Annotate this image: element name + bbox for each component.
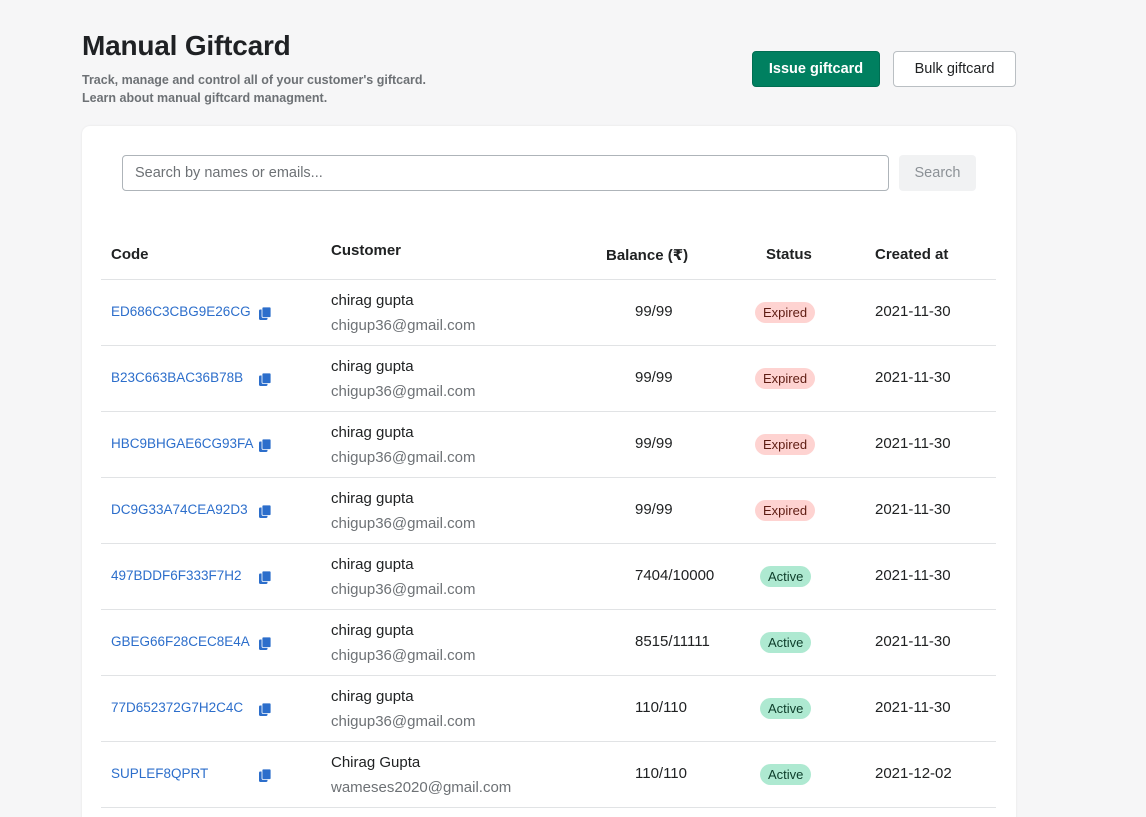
copy-icon[interactable] [259, 504, 272, 518]
giftcard-code-link[interactable]: GBEG66F28CEC8E4A [111, 634, 250, 649]
copy-icon[interactable] [259, 570, 272, 584]
customer-name: chirag gupta [331, 556, 414, 573]
table-row[interactable]: SUPLEF8QPRT Chirag Gupta wameses2020@gmail… [101, 742, 996, 808]
balance-value: 99/99 [635, 501, 673, 518]
table-row[interactable]: B23C663BAC36B78B chirag gupta chigup36@gma… [101, 346, 996, 412]
giftcard-code-link[interactable]: B23C663BAC36B78B [111, 370, 243, 385]
customer-name: chirag gupta [331, 424, 414, 441]
customer-name: chirag gupta [331, 292, 414, 309]
table-row[interactable]: GBEG66F28CEC8E4A chirag gupta chigup36@gma… [101, 610, 996, 676]
customer-email: chigup36@gmail.com [331, 449, 476, 466]
copy-icon[interactable] [259, 636, 272, 650]
customer-name: Chirag Gupta [331, 754, 421, 771]
column-header-customer: Customer [331, 242, 402, 259]
giftcard-code-link[interactable]: HBC9BHGAE6CG93FA [111, 436, 254, 451]
customer-name: chirag gupta [331, 358, 414, 375]
created-date: 2021-11-30 [875, 501, 951, 518]
status-badge-active: Active [760, 632, 812, 653]
created-date: 2021-11-30 [875, 435, 951, 452]
page-subtitle: Track, manage and control all of your cu… [82, 71, 426, 107]
created-date: 2021-11-30 [875, 567, 951, 584]
status-badge-active: Active [760, 698, 812, 719]
customer-email: chigup36@gmail.com [331, 317, 476, 334]
copy-icon[interactable] [259, 438, 272, 452]
subtitle-line-1: Track, manage and control all of your cu… [82, 73, 427, 87]
customer-email: chigup36@gmail.com [331, 383, 476, 400]
customer-email: chigup36@gmail.com [331, 647, 476, 664]
column-header-balance: Balance (₹) [606, 247, 689, 264]
customer-email: chigup36@gmail.com [331, 581, 476, 598]
status-badge-active: Active [760, 764, 812, 785]
balance-value: 99/99 [635, 303, 673, 320]
balance-value: 99/99 [635, 435, 673, 452]
subtitle-line-2: Learn about manual giftcard managment. [82, 91, 328, 105]
status-badge-expired: Expired [755, 434, 816, 455]
search-button[interactable]: Search [899, 155, 976, 191]
customer-email: wameses2020@gmail.com [331, 779, 512, 796]
search-input[interactable] [122, 155, 889, 191]
giftcard-code-link[interactable]: ED686C3CBG9E26CG [111, 304, 251, 319]
giftcard-code-link[interactable]: 77D652372G7H2C4C [111, 700, 243, 715]
issue-giftcard-button[interactable]: Issue giftcard [752, 51, 880, 87]
copy-icon[interactable] [259, 306, 272, 320]
table-header: Code Customer Balance (₹) Status Created… [101, 214, 996, 280]
copy-icon[interactable] [259, 372, 272, 386]
created-date: 2021-11-30 [875, 303, 951, 320]
table-row[interactable]: ED686C3CBG9E26CG chirag gupta chigup36@gma… [101, 280, 996, 346]
status-badge-active: Active [760, 566, 812, 587]
giftcard-code-link[interactable]: SUPLEF8QPRT [111, 766, 208, 781]
balance-value: 8515/11111 [635, 633, 710, 650]
status-badge-expired: Expired [755, 368, 816, 389]
balance-value: 99/99 [635, 369, 673, 386]
created-date: 2021-11-30 [875, 369, 951, 386]
page-title: Manual Giftcard [82, 30, 291, 61]
balance-value: 110/110 [635, 765, 687, 782]
table-row[interactable]: 77D652372G7H2C4C chirag gupta chigup36@gma… [101, 676, 996, 742]
column-header-status: Status [766, 246, 812, 263]
bulk-giftcard-button[interactable]: Bulk giftcard [893, 51, 1016, 87]
created-date: 2021-11-30 [875, 633, 951, 650]
balance-value: 110/110 [635, 699, 687, 716]
table-body: ED686C3CBG9E26CG chirag gupta chigup36@gma… [101, 280, 996, 808]
table-row[interactable]: HBC9BHGAE6CG93FA chirag gupta chigup36@gma… [101, 412, 996, 478]
customer-name: chirag gupta [331, 490, 414, 507]
customer-email: chigup36@gmail.com [331, 713, 476, 730]
copy-icon[interactable] [259, 768, 272, 782]
giftcard-code-link[interactable]: DC9G33A74CEA92D3 [111, 502, 248, 517]
copy-icon[interactable] [259, 702, 272, 716]
created-date: 2021-11-30 [875, 699, 951, 716]
giftcard-list-card: Search Code Customer Balance (₹) Status … [82, 126, 1016, 817]
status-badge-expired: Expired [755, 302, 816, 323]
table-row[interactable]: 497BDDF6F333F7H2 chirag gupta chigup36@gma… [101, 544, 996, 610]
customer-name: chirag gupta [331, 688, 414, 705]
giftcard-table: Code Customer Balance (₹) Status Created… [101, 214, 996, 808]
customer-name: chirag gupta [331, 622, 414, 639]
balance-value: 7404/10000 [635, 567, 715, 584]
giftcard-code-link[interactable]: 497BDDF6F333F7H2 [111, 568, 242, 583]
column-header-created: Created at [875, 246, 949, 263]
created-date: 2021-12-02 [875, 765, 952, 782]
status-badge-expired: Expired [755, 500, 816, 521]
table-row[interactable]: DC9G33A74CEA92D3 chirag gupta chigup36@gma… [101, 478, 996, 544]
column-header-code: Code [111, 246, 149, 263]
customer-email: chigup36@gmail.com [331, 515, 476, 532]
